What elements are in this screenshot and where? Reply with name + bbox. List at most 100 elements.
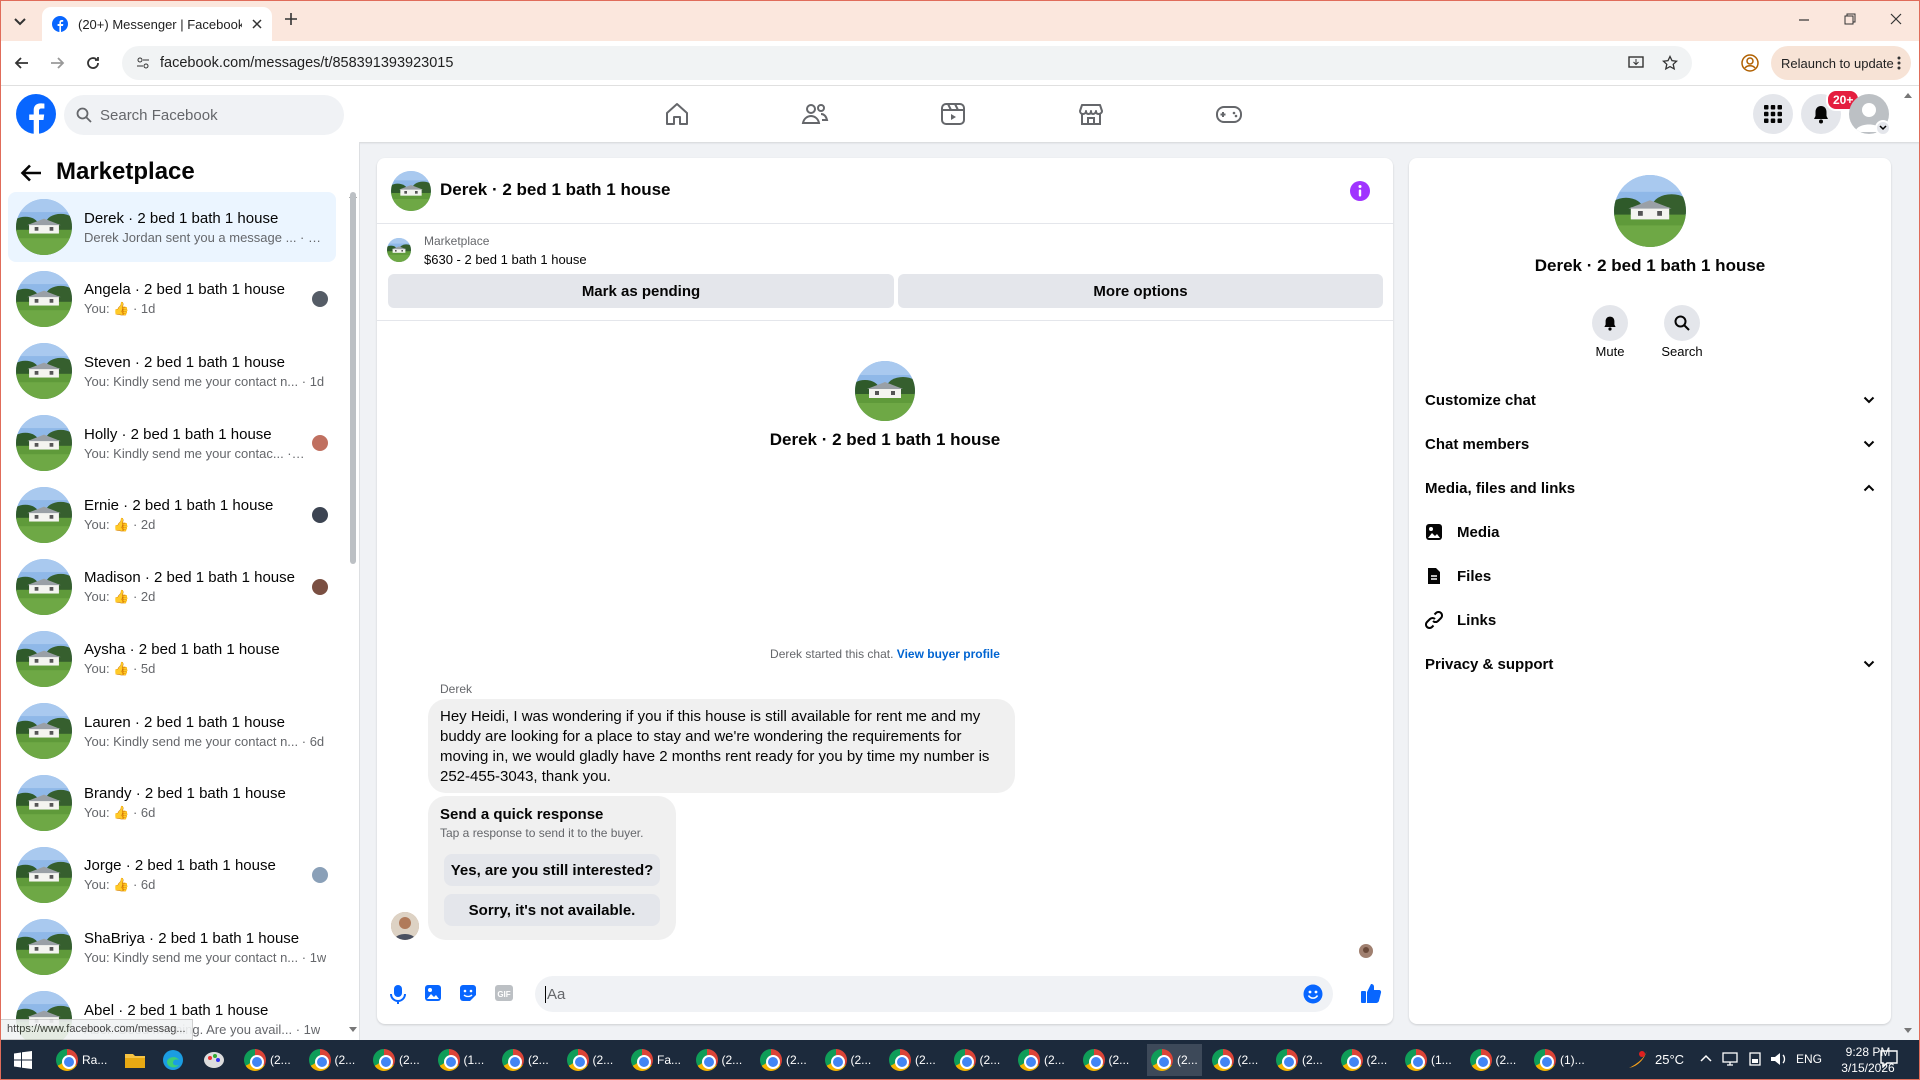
taskbar-app-5[interactable]: (2... <box>502 1044 549 1076</box>
chat-avatar[interactable] <box>391 171 431 211</box>
privacy-support-row[interactable]: Privacy & support <box>1425 644 1875 684</box>
taskbar-app-15[interactable]: (2... <box>1147 1044 1202 1076</box>
kebab-menu-icon[interactable] <box>1897 56 1901 70</box>
message-input[interactable]: Aa <box>535 976 1333 1012</box>
customize-chat-row[interactable]: Customize chat <box>1425 380 1875 420</box>
paint-icon[interactable] <box>203 1050 225 1070</box>
taskbar-app-19[interactable]: (1... <box>1405 1044 1452 1076</box>
page-scroll-up-icon[interactable] <box>1904 92 1912 98</box>
taskbar-app-7[interactable]: Fa... <box>631 1044 681 1076</box>
friends-icon[interactable] <box>801 100 829 128</box>
network-icon[interactable] <box>1722 1051 1740 1067</box>
taskbar-app-21[interactable]: (1)... <box>1534 1044 1585 1076</box>
conversation-item[interactable]: Madison · 2 bed 1 bath 1 house You: 👍 · 2… <box>8 552 336 622</box>
bookmark-star-icon[interactable] <box>1662 55 1678 71</box>
emoji-icon[interactable] <box>1303 984 1323 1004</box>
address-bar[interactable]: facebook.com/messages/t/858391393923015 <box>122 46 1692 80</box>
windows-start-icon[interactable] <box>14 1051 32 1069</box>
conversation-item[interactable]: Jorge · 2 bed 1 bath 1 house You: 👍 · 6d <box>8 840 336 910</box>
reload-icon[interactable] <box>85 55 101 71</box>
taskbar-app-20[interactable]: (2... <box>1469 1044 1516 1076</box>
window-close-icon[interactable] <box>1890 13 1902 25</box>
scroll-down-icon[interactable] <box>349 1027 357 1037</box>
mark-as-pending-button[interactable]: Mark as pending <box>388 274 894 308</box>
conversation-item[interactable]: Aysha · 2 bed 1 bath 1 house You: 👍 · 5d <box>8 624 336 694</box>
conversation-item[interactable]: ShaBriya · 2 bed 1 bath 1 house You: Kind… <box>8 912 336 982</box>
chat-title[interactable]: Derek · 2 bed 1 bath 1 house <box>440 180 671 200</box>
links-row[interactable]: Links <box>1425 600 1875 640</box>
taskbar-app-17[interactable]: (2... <box>1276 1044 1323 1076</box>
taskbar-app-11[interactable]: (2... <box>889 1044 936 1076</box>
site-info-icon[interactable] <box>136 56 150 70</box>
taskbar-app-13[interactable]: (2... <box>1018 1044 1065 1076</box>
facebook-search-input[interactable]: Search Facebook <box>64 95 344 135</box>
tab-close-icon[interactable] <box>252 19 262 29</box>
info-icon[interactable] <box>1350 181 1370 201</box>
conversation-item[interactable]: Holly · 2 bed 1 bath 1 house You: Kindly … <box>8 408 336 478</box>
new-tab-icon[interactable] <box>284 12 298 26</box>
taskbar-app-10[interactable]: (2... <box>824 1044 871 1076</box>
taskbar-app-12[interactable]: (2... <box>953 1044 1000 1076</box>
forward-icon[interactable] <box>49 55 65 71</box>
page-scroll-down-icon[interactable] <box>1904 1028 1912 1034</box>
gif-icon[interactable]: GIF <box>494 984 514 1002</box>
conversation-item[interactable]: Brandy · 2 bed 1 bath 1 house You: 👍 · 6d <box>8 768 336 838</box>
browser-tab[interactable]: (20+) Messenger | Facebook <box>42 7 272 41</box>
language[interactable]: ENG <box>1796 1052 1822 1066</box>
files-row[interactable]: Files <box>1425 556 1875 596</box>
conversation-item[interactable]: Steven · 2 bed 1 bath 1 house You: Kindly… <box>8 336 336 406</box>
tray-chevron-icon[interactable] <box>1700 1054 1712 1062</box>
conversation-item[interactable]: Lauren · 2 bed 1 bath 1 house You: Kindly… <box>8 696 336 766</box>
file-explorer-icon[interactable] <box>124 1050 146 1070</box>
view-buyer-profile-link[interactable]: View buyer profile <box>897 647 1000 661</box>
taskbar-app-18[interactable]: (2... <box>1340 1044 1387 1076</box>
taskbar-app-1[interactable]: (2... <box>244 1044 291 1076</box>
taskbar-app-6[interactable]: (2... <box>566 1044 613 1076</box>
taskbar-app-2[interactable]: (2... <box>308 1044 355 1076</box>
media-files-links-row[interactable]: Media, files and links <box>1425 468 1875 508</box>
battery-icon[interactable] <box>1748 1051 1762 1067</box>
thumbs-up-icon[interactable] <box>1360 982 1382 1004</box>
marketplace-icon[interactable] <box>1077 100 1105 128</box>
listing-price[interactable]: $630 - 2 bed 1 bath 1 house <box>424 252 587 267</box>
minimize-icon[interactable] <box>1798 14 1810 26</box>
taskbar-app-8[interactable]: (2... <box>695 1044 742 1076</box>
taskbar-app-9[interactable]: (2... <box>760 1044 807 1076</box>
photo-icon[interactable] <box>424 984 442 1002</box>
volume-icon[interactable] <box>1770 1051 1788 1067</box>
conversation-item[interactable]: Ernie · 2 bed 1 bath 1 house You: 👍 · 2d <box>8 480 336 550</box>
sticker-icon[interactable] <box>459 984 477 1002</box>
conversation-item[interactable]: Angela · 2 bed 1 bath 1 house You: 👍 · 1d <box>8 264 336 334</box>
notification-center-icon[interactable] <box>1880 1050 1898 1068</box>
more-options-button[interactable]: More options <box>898 274 1383 308</box>
conversation-item[interactable]: Derek · 2 bed 1 bath 1 house Derek Jordan… <box>8 192 336 262</box>
message-bubble[interactable]: Hey Heidi, I was wondering if you if thi… <box>428 699 1015 793</box>
taskbar-app-3[interactable]: (2... <box>373 1044 420 1076</box>
facebook-logo-icon[interactable] <box>16 94 56 134</box>
install-app-icon[interactable] <box>1628 56 1644 70</box>
tab-search-chevron-icon[interactable] <box>8 10 32 34</box>
taskbar-app-16[interactable]: (2... <box>1211 1044 1258 1076</box>
sidebar-scrollbar[interactable] <box>350 192 356 564</box>
gaming-icon[interactable] <box>1215 100 1243 128</box>
taskbar-app-14[interactable]: (2... <box>1082 1044 1129 1076</box>
back-arrow-icon[interactable] <box>20 164 42 182</box>
quick-reply-yes-button[interactable]: Yes, are you still interested? <box>444 854 660 886</box>
quick-reply-sorry-button[interactable]: Sorry, it's not available. <box>444 894 660 926</box>
taskbar-app-4[interactable]: (1... <box>437 1044 484 1076</box>
mute-button[interactable] <box>1592 305 1628 341</box>
back-icon[interactable] <box>14 55 30 71</box>
home-icon[interactable] <box>663 100 691 128</box>
media-row[interactable]: Media <box>1425 512 1875 552</box>
search-conversation-button[interactable] <box>1664 305 1700 341</box>
restore-icon[interactable] <box>1844 13 1856 25</box>
weather-icon[interactable] <box>1625 1048 1651 1072</box>
taskbar-app-0[interactable]: Ra... <box>56 1044 107 1076</box>
chat-members-row[interactable]: Chat members <box>1425 424 1875 464</box>
account-chevron-icon[interactable] <box>1875 120 1891 136</box>
relaunch-button[interactable]: Relaunch to update <box>1771 46 1911 80</box>
edge-icon[interactable] <box>162 1049 184 1071</box>
microphone-icon[interactable] <box>389 984 407 1004</box>
menu-grid-button[interactable] <box>1753 94 1793 134</box>
sender-avatar[interactable] <box>391 912 419 940</box>
